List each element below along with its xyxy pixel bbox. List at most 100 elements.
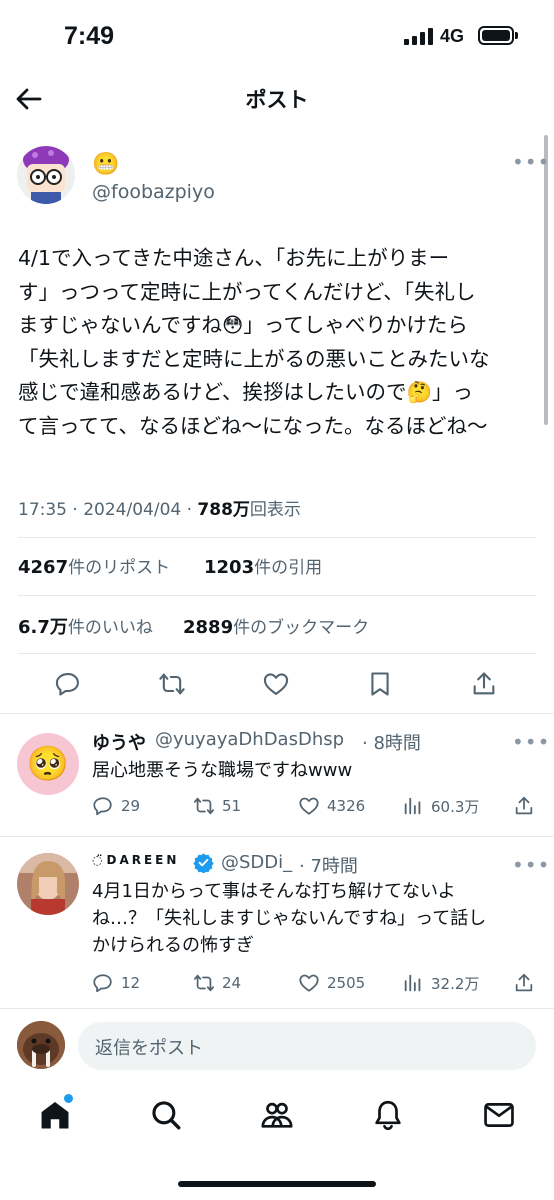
reply-views-action[interactable]: 32.2万 — [402, 972, 479, 994]
reply-time[interactable]: · 8時間 — [362, 729, 421, 755]
reposts-count: 4267 — [18, 557, 69, 578]
quote-stats[interactable]: 1203件の引用 — [204, 553, 322, 578]
repost-icon[interactable] — [158, 670, 186, 698]
post-body: 4/1で入ってきた中途さん、「お先に上がりまー す」っつって定時に上がってくんだ… — [18, 242, 538, 443]
reply-more-icon[interactable]: ••• — [512, 853, 550, 877]
divider — [18, 653, 536, 654]
signal-icon — [404, 28, 433, 45]
share-icon[interactable] — [470, 670, 498, 698]
divider — [18, 595, 536, 596]
like-stats[interactable]: 6.7万件のいいね — [18, 613, 153, 639]
post-more-icon[interactable]: ••• — [512, 150, 550, 174]
home-indicator — [178, 1181, 376, 1187]
reply-author-handle[interactable]: @SDDi_ — [221, 852, 292, 873]
post-time[interactable]: 17:35 — [18, 500, 67, 520]
reply-author-name-prefix: ◌̈ — [92, 853, 103, 867]
notification-dot — [64, 1094, 73, 1103]
reply-text: 4月1日からって事はそんな打ち解けてないよ ね…？「失礼しますじゃないんですね」… — [92, 878, 522, 959]
battery-icon — [478, 26, 514, 45]
divider — [0, 836, 554, 837]
messages-icon[interactable] — [482, 1098, 516, 1132]
post-body-line: す」っつって定時に上がってくんだけど、「失礼し — [18, 279, 476, 304]
post-body-line: 4/1で入ってきた中途さん、「お先に上がりまー — [18, 246, 450, 270]
reply-author-name[interactable]: ◌̈ DAREEN — [92, 853, 179, 867]
bookmarks-count: 2889 — [183, 617, 234, 638]
reply-avatar[interactable]: 🥺 — [17, 733, 79, 795]
reply-reply-action[interactable]: 12 — [92, 972, 140, 994]
bookmarks-label: 件のブックマーク — [233, 618, 370, 638]
quotes-label: 件の引用 — [254, 558, 323, 578]
notifications-icon[interactable] — [371, 1098, 405, 1132]
status-time: 7:49 — [64, 22, 115, 50]
bookmark-icon[interactable] — [366, 670, 394, 698]
reply-views-action[interactable]: 60.3万 — [402, 795, 479, 817]
post-meta: 17:35 · 2024/04/04 · 788万回表示 — [18, 495, 301, 520]
reply-author-handle[interactable]: @yuyayaDhDasDhsp — [155, 729, 344, 750]
verified-icon — [193, 853, 214, 873]
reply-views-count: 60.3万 — [431, 797, 480, 816]
bookmark-stats[interactable]: 2889件のブックマーク — [183, 613, 369, 638]
reply-icon — [93, 974, 112, 993]
reply-like-action[interactable]: 2505 — [298, 972, 365, 994]
author-avatar[interactable] — [17, 146, 75, 204]
search-icon[interactable] — [149, 1098, 183, 1132]
post-body-line: て言ってて、なるほどね〜になった。なるほどね〜 — [18, 413, 488, 438]
reply-text-line: 4月1日からって事はそんな打ち解けてないよ — [92, 881, 456, 902]
reply-replies-count: 12 — [121, 974, 141, 992]
divider — [0, 1008, 554, 1009]
reply-author-name-text: DAREEN — [106, 853, 180, 867]
reply-reposts-count: 51 — [222, 797, 242, 815]
reply-icon — [93, 797, 112, 816]
likes-label: 件のいいね — [67, 618, 153, 638]
like-icon — [299, 797, 319, 815]
divider — [0, 713, 554, 714]
page-title: ポスト — [245, 88, 309, 112]
network-type: 4G — [440, 26, 465, 46]
reply-reply-action[interactable]: 29 — [92, 795, 140, 817]
reply-reposts-count: 24 — [222, 974, 242, 992]
quotes-count: 1203 — [204, 557, 255, 578]
reply-likes-count: 4326 — [327, 797, 366, 815]
divider — [18, 537, 536, 538]
views-icon — [404, 974, 421, 992]
reply-author-name[interactable]: ゆうや — [92, 729, 146, 755]
repost-icon — [193, 974, 215, 992]
author-display-name[interactable]: 😬 — [92, 152, 119, 177]
repost-stats[interactable]: 4267件のリポスト — [18, 553, 170, 578]
meta-dot: · — [72, 500, 78, 520]
reply-composer-input[interactable]: 返信をポスト — [78, 1022, 536, 1070]
reply-share-icon[interactable] — [513, 972, 535, 994]
composer-avatar[interactable] — [17, 1021, 65, 1069]
reply-views-count: 32.2万 — [431, 974, 480, 993]
repost-icon — [193, 797, 215, 815]
views-icon — [404, 797, 421, 815]
reply-text-line: かけられるの怖すぎ — [92, 935, 254, 956]
reply-avatar[interactable] — [17, 853, 79, 915]
home-icon — [41, 1101, 69, 1129]
battery-tip — [515, 32, 518, 39]
reply-repost-action[interactable]: 51 — [193, 795, 241, 817]
tab-home[interactable] — [38, 1094, 73, 1136]
reply-like-action[interactable]: 4326 — [298, 795, 365, 817]
reposts-label: 件のリポスト — [68, 558, 171, 578]
reply-repost-action[interactable]: 24 — [193, 972, 241, 994]
reply-icon[interactable] — [54, 670, 82, 698]
reply-text-line: ね…？「失礼しますじゃないんですね」って話し — [92, 908, 487, 929]
reply-share-icon[interactable] — [513, 795, 535, 817]
post-body-line: 感じで違和感あるけど、挨拶はしたいので🤔」っ — [18, 380, 473, 404]
post-body-line: 「失礼しますだと定時に上がるの悪いことみたいな — [18, 346, 490, 371]
reply-replies-count: 29 — [121, 797, 141, 815]
post-views-count: 788万 — [197, 500, 250, 520]
like-icon — [299, 974, 319, 992]
scrollbar[interactable] — [544, 135, 548, 425]
communities-icon[interactable] — [260, 1098, 294, 1132]
reply-likes-count: 2505 — [327, 974, 366, 992]
post-views-label: 回表示 — [249, 500, 301, 520]
author-handle[interactable]: @foobazpiyo — [92, 181, 215, 203]
post-date[interactable]: 2024/04/04 — [83, 500, 181, 520]
reply-text: 居心地悪そうな職場ですねwww — [92, 757, 522, 784]
reply-time[interactable]: · 7時間 — [299, 852, 358, 878]
like-icon[interactable] — [262, 670, 290, 698]
reply-more-icon[interactable]: ••• — [512, 730, 550, 754]
reply-text-line: 居心地悪そうな職場ですねwww — [92, 760, 353, 781]
